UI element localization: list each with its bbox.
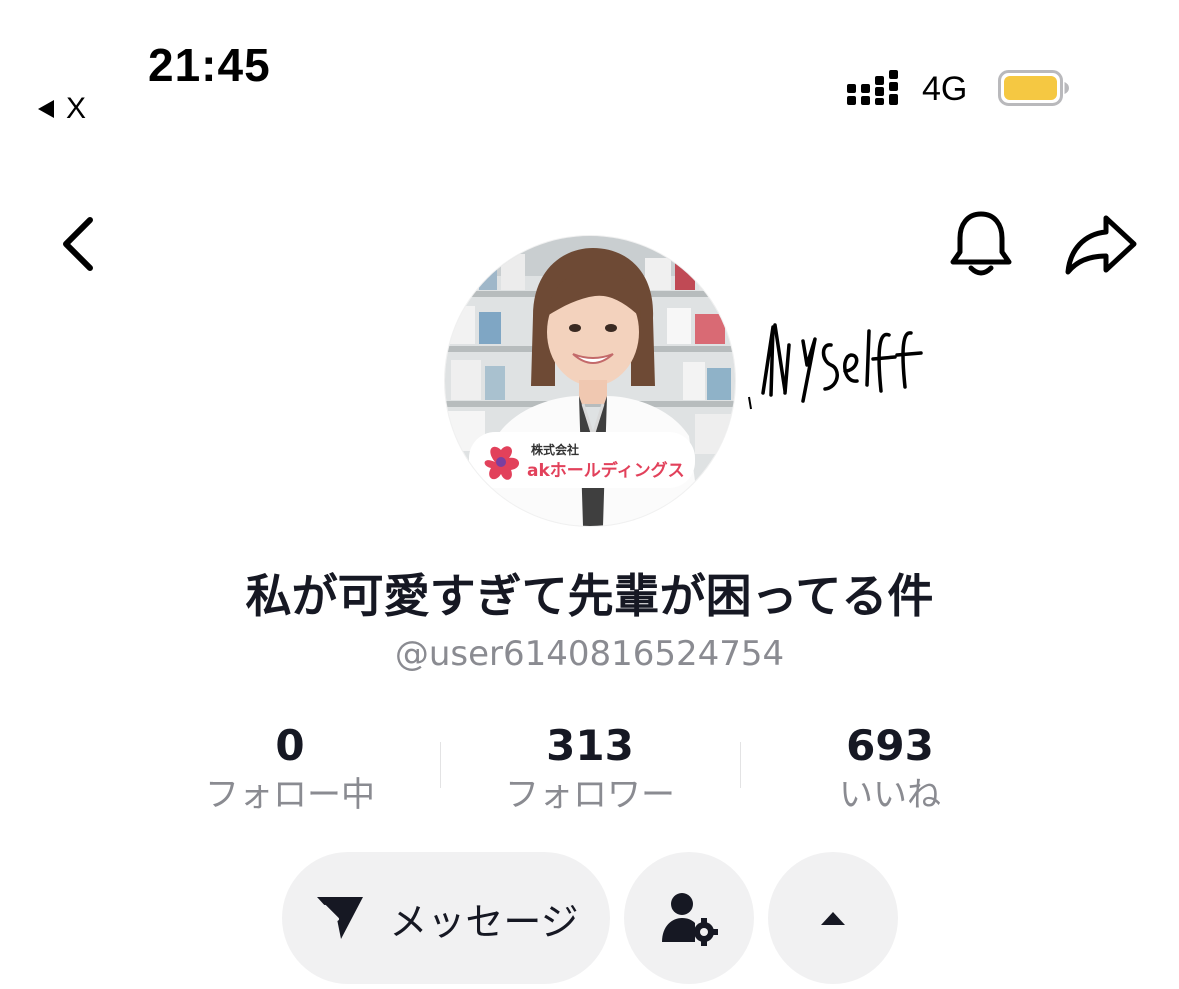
user-settings-icon <box>662 893 718 946</box>
message-button[interactable]: メッセージ <box>282 852 610 984</box>
back-triangle-icon <box>38 100 54 118</box>
username: @user6140816524754 <box>394 634 785 674</box>
stat-likes: 693 いいね <box>740 720 1040 818</box>
battery-icon <box>998 70 1069 106</box>
signal-icon <box>847 70 898 105</box>
bell-icon[interactable] <box>946 208 1016 280</box>
return-app-label: X <box>66 92 87 125</box>
user-settings-button[interactable] <box>624 852 754 984</box>
display-name: 私が可愛すぎて先輩が困ってる件 <box>245 569 934 623</box>
message-button-label: メッセージ <box>389 899 579 944</box>
share-arrow-icon[interactable] <box>1062 212 1140 278</box>
more-suggestions-button[interactable] <box>768 852 898 984</box>
following-label: フォロー中 <box>205 775 375 815</box>
following-count: 0 <box>275 721 305 770</box>
send-icon <box>317 897 364 939</box>
likes-label: いいね <box>839 775 941 815</box>
return-to-app[interactable]: X <box>38 92 86 126</box>
avatar-photo: 株式会社 akホールディングス <box>445 236 735 526</box>
profile-avatar[interactable]: 株式会社 akホールディングス <box>445 236 735 526</box>
logo-company-type: 株式会社 <box>531 442 579 457</box>
network-type: 4G <box>922 70 968 108</box>
stat-following[interactable]: 0 フォロー中 <box>140 720 440 818</box>
logo-company-name: akホールディングス <box>527 460 685 481</box>
likes-count: 693 <box>846 721 934 770</box>
followers-label: フォロワー <box>505 775 675 815</box>
chevron-left-icon[interactable] <box>52 212 108 276</box>
followers-count: 313 <box>546 721 634 770</box>
handwritten-note <box>748 323 923 410</box>
caret-up-icon <box>821 912 845 925</box>
stat-followers[interactable]: 313 フォロワー <box>440 720 740 818</box>
status-time: 21:45 <box>148 39 271 91</box>
